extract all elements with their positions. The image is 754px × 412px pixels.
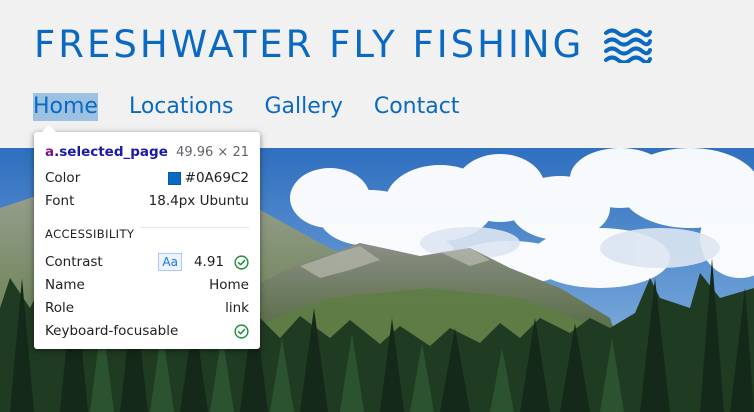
- role-label: Role: [45, 300, 75, 316]
- keyboard-focusable-row: Keyboard-focusable: [45, 321, 249, 341]
- element-dimensions: 49.96 × 21: [176, 144, 249, 160]
- color-swatch-icon: [167, 171, 181, 185]
- contrast-aa-badge: Aa: [158, 253, 182, 271]
- inspect-tooltip: a.selected_page 49.96 × 21 Color #0A69C2…: [34, 125, 260, 349]
- element-selector: a.selected_page: [45, 144, 168, 160]
- font-value: 18.4px Ubuntu: [148, 193, 249, 209]
- font-label: Font: [45, 193, 75, 209]
- nav-link-gallery[interactable]: Gallery: [264, 93, 342, 121]
- color-row: Color #0A69C2: [45, 168, 249, 188]
- contrast-row: Contrast Aa 4.91: [45, 252, 249, 272]
- nav-link-home[interactable]: Home: [33, 93, 98, 121]
- name-label: Name: [45, 277, 85, 293]
- name-row: Name Home: [45, 275, 249, 295]
- font-row: Font 18.4px Ubuntu: [45, 191, 249, 211]
- role-value: link: [225, 300, 249, 316]
- nav-link-contact[interactable]: Contact: [374, 93, 460, 121]
- color-label: Color: [45, 170, 81, 186]
- accessibility-section-title: ACCESSIBILITY: [45, 227, 249, 242]
- name-value: Home: [209, 277, 249, 293]
- tooltip-arrow: [42, 125, 56, 132]
- keyboard-focusable-label: Keyboard-focusable: [45, 323, 179, 339]
- tooltip-header: a.selected_page 49.96 × 21: [45, 142, 249, 162]
- site-title: FRESHWATER FLY FISHING: [34, 22, 653, 68]
- waves-icon: [604, 28, 653, 63]
- keyboard-focusable-check-icon: [234, 323, 249, 339]
- color-value: #0A69C2: [184, 170, 249, 186]
- main-nav: Home Locations Gallery Contact: [33, 93, 459, 121]
- contrast-check-icon: [234, 254, 249, 270]
- contrast-label: Contrast: [45, 254, 103, 270]
- site-title-text: FRESHWATER FLY FISHING: [34, 23, 585, 66]
- nav-link-locations[interactable]: Locations: [129, 93, 234, 121]
- role-row: Role link: [45, 298, 249, 318]
- contrast-value: 4.91: [193, 254, 224, 270]
